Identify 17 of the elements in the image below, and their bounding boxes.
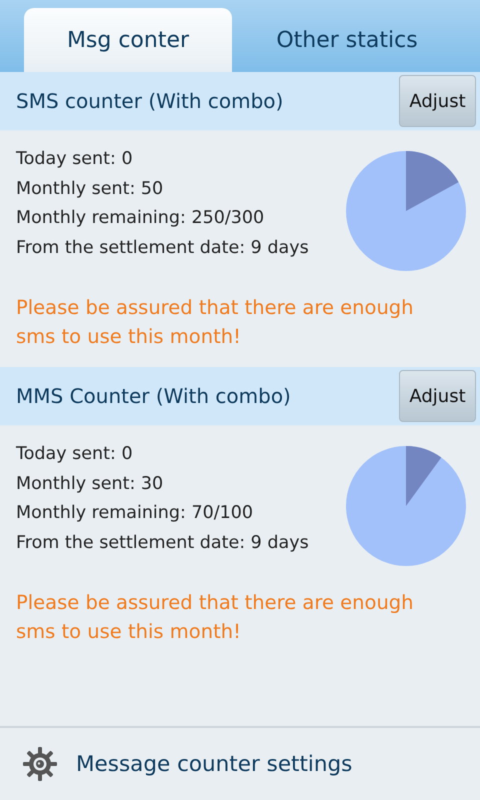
settings-icon [22, 746, 58, 782]
section-title: MMS Counter (With combo) [16, 384, 291, 408]
stat-line: Monthly remaining: 70/100 [16, 502, 254, 525]
stat-line: From the settlement date: 9 days [16, 532, 309, 554]
notice-text: Please be assured that there are enough sms to use this month! [15, 590, 415, 645]
adjust-button[interactable]: Adjust [399, 75, 476, 127]
stat-line: Today sent: 0 [16, 443, 134, 466]
section-title: SMS counter (With combo) [16, 89, 284, 113]
notice-text: Please be assured that there are enough sms to use this month! [15, 295, 415, 350]
stat-line: From the settlement date: 9 days [16, 236, 309, 260]
stat-line: Monthly sent: 30 [16, 472, 164, 496]
stat-line: Monthly sent: 50 [16, 178, 164, 200]
tab[interactable]: Other statics [232, 8, 462, 72]
adjust-button[interactable]: Adjust [399, 370, 476, 422]
stat-line: Today sent: 0 [16, 148, 134, 171]
tab[interactable]: Msg conter [24, 8, 232, 72]
stat-line: Monthly remaining: 250/300 [16, 207, 266, 230]
